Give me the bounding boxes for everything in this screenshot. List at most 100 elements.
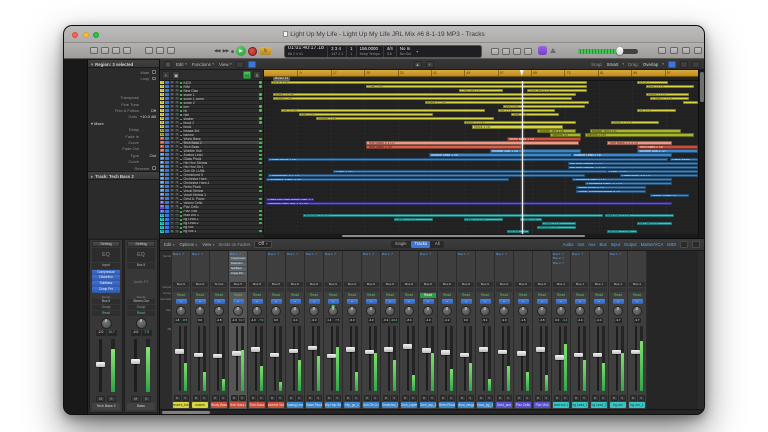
track-header-row[interactable]: 38MSbg vox.1 xyxy=(160,230,263,234)
region[interactable]: hh 3 (2) xyxy=(498,109,554,112)
region[interactable]: Glass Pluck xyxy=(670,158,698,161)
region[interactable]: Clap 1 (8) xyxy=(366,85,587,88)
group-slot[interactable] xyxy=(515,288,531,292)
pointer-tool-icon[interactable]: ▲ xyxy=(414,61,422,68)
mute-button[interactable]: M xyxy=(170,157,174,160)
fader-cap[interactable] xyxy=(308,346,317,351)
mute-button[interactable]: M xyxy=(170,226,174,229)
fader-zone[interactable] xyxy=(514,324,532,393)
volume-value[interactable]: -2.0 xyxy=(231,318,238,323)
input-monitor-button[interactable] xyxy=(165,193,169,196)
solo-button[interactable]: S xyxy=(410,395,417,401)
checkbox[interactable] xyxy=(152,77,156,81)
mute-button[interactable]: M xyxy=(383,395,390,401)
mute-button[interactable]: M xyxy=(345,395,352,401)
pan-knob[interactable] xyxy=(233,306,243,316)
duplicate-track-button[interactable]: ▣ xyxy=(172,71,180,79)
mute-button[interactable]: M xyxy=(170,133,174,136)
mute-button[interactable]: M xyxy=(170,210,174,213)
mute-button[interactable]: M xyxy=(170,105,174,108)
mute-button[interactable]: M xyxy=(170,153,174,156)
solo-button[interactable]: S xyxy=(391,395,398,401)
mute-button[interactable]: M xyxy=(459,395,466,401)
mute-button[interactable]: M xyxy=(170,117,174,120)
output-slot[interactable]: Bus 6 xyxy=(477,282,493,287)
output-slot[interactable]: Bus 6 xyxy=(458,282,474,287)
send-slot[interactable]: Bus 1↗ xyxy=(381,252,399,256)
param-value[interactable]: Off xyxy=(142,108,156,113)
region[interactable]: Vocal_SopranoStrings.8 (2) xyxy=(576,190,645,193)
volume-value[interactable]: -4.3 xyxy=(368,318,375,323)
region[interactable]: RIM 17 (2) xyxy=(646,85,694,88)
lcd-signature[interactable]: 4/4 /16 xyxy=(384,46,397,57)
fader-cap[interactable] xyxy=(479,347,488,352)
solo-button[interactable]: S xyxy=(467,395,474,401)
param-value[interactable]: Out xyxy=(142,153,156,158)
add-track-button[interactable]: + xyxy=(162,71,170,79)
flex-icon[interactable] xyxy=(248,61,256,68)
mixer-channel-strip[interactable]: Bus 1↗Bus 6Read↔0.0MSVoca_range xyxy=(457,251,476,409)
output-slot[interactable]: Bus 1 xyxy=(610,282,626,287)
output-slot[interactable]: Bus 6 xyxy=(173,282,189,287)
mute-button[interactable]: M xyxy=(170,129,174,132)
send-slot[interactable]: Bus 1↗ xyxy=(286,252,304,256)
mute-button[interactable]: M xyxy=(170,109,174,112)
region[interactable] xyxy=(683,101,698,104)
channel-name[interactable]: bg vox xyxy=(610,402,627,409)
mute-button[interactable]: M xyxy=(170,189,174,192)
pan-knob[interactable] xyxy=(518,306,528,316)
arrange-menu-functions[interactable]: Functions▾ xyxy=(192,62,214,67)
mute-button[interactable]: M xyxy=(170,101,174,104)
mute-button[interactable]: M xyxy=(611,395,618,401)
solo-button[interactable]: S xyxy=(175,85,179,88)
pan-knob[interactable] xyxy=(271,306,281,316)
region[interactable]: ride 2 (8) xyxy=(299,113,434,116)
region-inspector-header[interactable]: ▾ Region: 3 selected xyxy=(88,59,159,68)
mixer-narrow-view-icon[interactable] xyxy=(680,241,688,248)
inspector-channel-strip[interactable]: SettingEQBus 5Audio FXSendsStereo OutGro… xyxy=(124,239,158,413)
solo-button[interactable]: S xyxy=(315,395,322,401)
inspector-channel-strip[interactable]: SettingEQInputCompressorDistortionSubBas… xyxy=(89,239,123,413)
note-pads-icon[interactable] xyxy=(670,47,678,54)
fader-cap[interactable] xyxy=(593,353,602,358)
mute-button[interactable]: M xyxy=(170,85,174,88)
fader-cap[interactable] xyxy=(403,344,412,349)
solo-button[interactable]: S xyxy=(175,205,179,208)
region[interactable]: Lead_1.8 xyxy=(520,218,542,221)
pan-knob[interactable] xyxy=(290,306,300,316)
group-slot[interactable] xyxy=(249,288,265,292)
mute-button[interactable]: M xyxy=(170,214,174,217)
channel-name[interactable]: Tech Bass 2 xyxy=(230,402,247,409)
mixer-channel-strip[interactable]: Bus 1Read↔-3.7MSbg vox_1 xyxy=(628,251,647,409)
region[interactable]: Orchestra Harp_3.1 (2) xyxy=(585,182,672,185)
forward-button[interactable]: ▶▶ xyxy=(223,48,229,54)
volume-value[interactable]: 0.0 xyxy=(197,318,204,323)
mixer-channel-strip[interactable]: Bus 1↗Bus 6Read↔-4.3MSOrch_arp_1 xyxy=(419,251,438,409)
region[interactable]: Tech Bass 2.1 (2) xyxy=(366,141,579,144)
channel-name[interactable]: Orch_arp_1 xyxy=(420,402,437,409)
input-monitor-button[interactable] xyxy=(165,113,169,116)
mixer-channel-strip[interactable]: Bus 5Read↔-4.0-7.9MSTech Bass xyxy=(248,251,267,409)
region[interactable]: block 2.1 (4) xyxy=(464,121,577,124)
output-slot[interactable]: Bus 6 xyxy=(192,282,208,287)
mute-button[interactable]: M xyxy=(170,177,174,180)
bar-ruler[interactable]: 91725334149576573818997 xyxy=(264,70,698,77)
fader-cap[interactable] xyxy=(517,351,526,356)
input-monitor-button[interactable] xyxy=(165,157,169,160)
pan-knob[interactable] xyxy=(195,306,205,316)
channel-name[interactable]: Wurly Bass xyxy=(211,402,228,409)
fader-cap[interactable] xyxy=(536,347,545,352)
fader-zone[interactable] xyxy=(343,324,361,393)
mixer-channel-strip[interactable]: Bus 1↗Bus 1Read↔-2.4MSbg Lead_1 xyxy=(571,251,590,409)
mute-button[interactable]: M xyxy=(170,93,174,96)
solo-button[interactable]: S xyxy=(175,89,179,92)
send-slot[interactable]: Stereo Out xyxy=(127,299,155,304)
mute-button[interactable]: M xyxy=(170,222,174,225)
volume-value[interactable]: 0.0 xyxy=(463,318,470,323)
solo-button[interactable]: S xyxy=(486,395,493,401)
fader-zone[interactable] xyxy=(476,324,494,393)
play-button[interactable]: ▶ xyxy=(236,46,246,56)
fader-cap[interactable] xyxy=(327,354,336,359)
quick-help-icon[interactable] xyxy=(112,47,120,54)
region[interactable]: KICK 4 (8) xyxy=(271,81,588,84)
